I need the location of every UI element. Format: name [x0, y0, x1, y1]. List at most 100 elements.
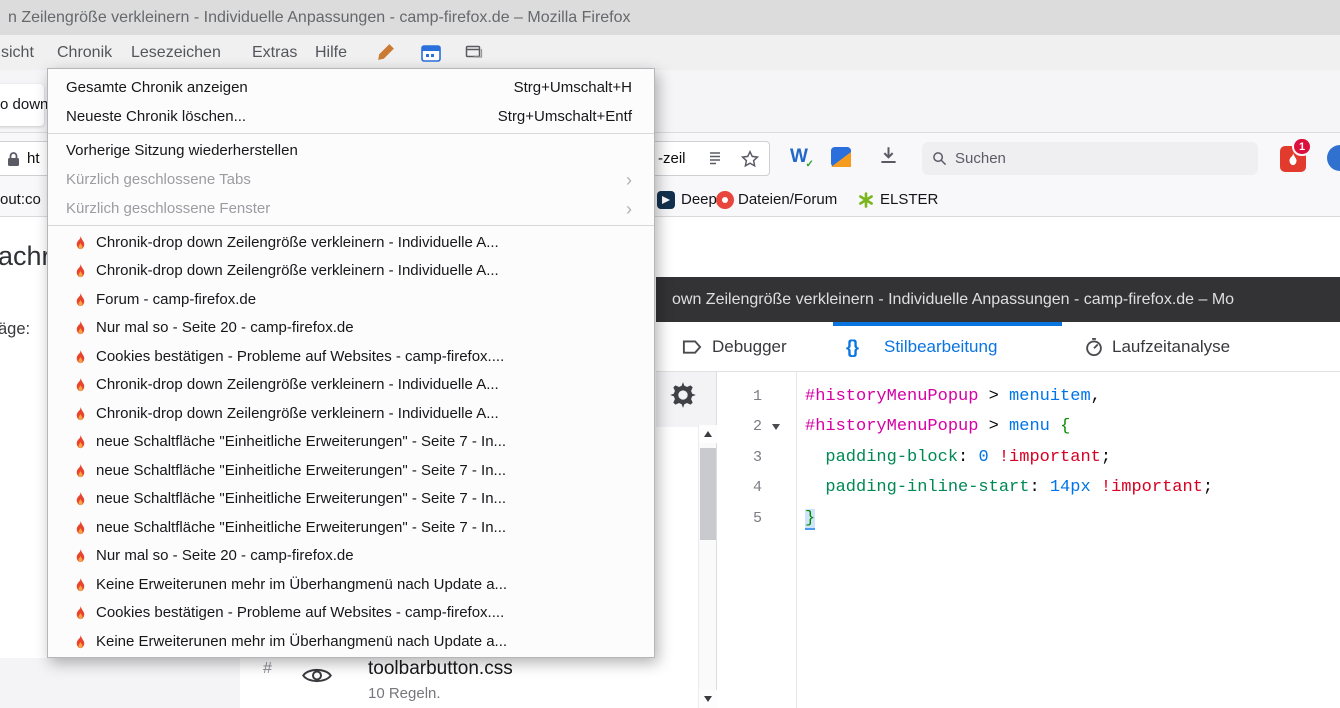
camp-firefox-favicon — [73, 349, 88, 364]
history-menu-item[interactable]: Nur mal so - Seite 20 - camp-firefox.de — [48, 314, 654, 343]
history-menu-item[interactable]: neue Schaltfläche "Einheitliche Erweiter… — [48, 513, 654, 542]
extension-icon-1[interactable]: W✓ — [790, 146, 808, 167]
history-item-label: Keine Erweiterunen mehr im Überhangmenü … — [96, 633, 507, 650]
tab-stilbearbeitung[interactable]: Stilbearbeitung — [884, 322, 997, 372]
bookmark-item-elster[interactable]: ELSTER — [880, 183, 938, 216]
history-item-label: Nur mal so - Seite 20 - camp-firefox.de — [96, 319, 354, 336]
devtools-bottom-panel — [0, 658, 240, 708]
tab-debugger[interactable]: Debugger — [712, 322, 787, 372]
bookmark-item-partial[interactable]: out:co — [0, 183, 41, 216]
stopwatch-icon — [1084, 337, 1104, 357]
history-item-label: Cookies bestätigen - Probleme auf Websit… — [96, 348, 504, 365]
camp-firefox-favicon — [73, 434, 88, 449]
menubar-item-extras[interactable]: Extras — [252, 35, 297, 70]
camp-firefox-favicon — [73, 263, 88, 278]
tab-title-partial: o down — [0, 84, 48, 126]
history-menu-item[interactable]: neue Schaltfläche "Einheitliche Erweiter… — [48, 456, 654, 485]
deepl-favicon — [657, 191, 675, 209]
history-item-label: neue Schaltfläche "Einheitliche Erweiter… — [96, 490, 506, 507]
history-menu-item[interactable]: Chronik-drop down Zeilengröße verkleiner… — [48, 257, 654, 286]
sidebar-scrollbar[interactable] — [698, 425, 716, 708]
url-text-end: -zeil — [658, 142, 686, 175]
menubar-item-hilfe[interactable]: Hilfe — [315, 35, 347, 70]
devtools-titlebar: own Zeilengröße verkleinern - Individuel… — [656, 277, 1340, 322]
camp-firefox-favicon — [73, 577, 88, 592]
style-editor[interactable]: 1#historyMenuPopup > menuitem,2#historyM… — [717, 372, 1340, 708]
history-menu-item[interactable]: Forum - camp-firefox.de — [48, 285, 654, 314]
reader-mode-icon[interactable] — [707, 151, 723, 167]
menu-item-shortcut: Strg+Umschalt+Entf — [498, 108, 632, 125]
camp-firefox-favicon — [73, 548, 88, 563]
search-field[interactable] — [922, 142, 1258, 175]
history-menu-item[interactable]: Keine Erweiterunen mehr im Überhangmenü … — [48, 570, 654, 599]
page-heading-partial: achr — [0, 241, 51, 272]
history-item-label: Nur mal so - Seite 20 - camp-firefox.de — [96, 547, 354, 564]
browser-tab[interactable]: o down — [0, 84, 44, 126]
stylesheet-name: toolbarbutton.css — [368, 658, 513, 680]
menu-item-show-all-history[interactable]: Gesamte Chronik anzeigen Strg+Umschalt+H — [48, 73, 654, 102]
history-item-label: Chronik-drop down Zeilengröße verkleiner… — [96, 405, 499, 422]
camp-firefox-favicon — [73, 235, 88, 250]
scrollbar-thumb[interactable] — [700, 448, 716, 540]
firefox-window: n Zeilengröße verkleinern - Individuelle… — [0, 0, 1340, 708]
menu-item-restore-session[interactable]: Vorherige Sitzung wiederherstellen — [48, 136, 654, 165]
devtools-tab-bar: Debugger {} Stilbearbeitung Laufzeitanal… — [656, 322, 1340, 372]
menu-item-clear-recent-history[interactable]: Neueste Chronik löschen... Strg+Umschalt… — [48, 102, 654, 131]
history-menu-item[interactable]: neue Schaltfläche "Einheitliche Erweiter… — [48, 428, 654, 457]
camp-firefox-favicon — [73, 520, 88, 535]
notification-badge: 1 — [1292, 137, 1312, 156]
devtools-main: 1#historyMenuPopup > menuitem,2#historyM… — [656, 372, 1340, 708]
bookmark-item-dateien-forum[interactable]: Dateien/Forum — [738, 183, 837, 216]
extension-icon-3[interactable] — [1327, 145, 1340, 171]
camp-firefox-favicon — [73, 491, 88, 506]
history-menu-item[interactable]: Nur mal so - Seite 20 - camp-firefox.de — [48, 542, 654, 571]
menu-item-recently-closed-tabs[interactable]: Kürzlich geschlossene Tabs › — [48, 165, 654, 194]
scroll-down-button[interactable] — [699, 690, 717, 708]
search-input[interactable] — [955, 150, 1215, 167]
devtools-title: own Zeilengröße verkleinern - Individuel… — [672, 277, 1332, 322]
window-icon[interactable] — [465, 44, 483, 60]
camp-firefox-favicon — [73, 605, 88, 620]
url-text-start: ht — [27, 142, 40, 175]
devtools-window: own Zeilengröße verkleinern - Individuel… — [656, 277, 1340, 708]
stylesheet-rule-count: 10 Regeln. — [368, 685, 441, 702]
download-icon[interactable] — [879, 146, 898, 165]
menu-item-shortcut: Strg+Umschalt+H — [514, 79, 632, 96]
search-icon — [932, 151, 947, 166]
menu-item-label: Vorherige Sitzung wiederherstellen — [66, 142, 298, 159]
history-item-label: Forum - camp-firefox.de — [96, 291, 256, 308]
history-item-label: neue Schaltfläche "Einheitliche Erweiter… — [96, 462, 506, 479]
bookmark-star-icon[interactable] — [741, 150, 759, 168]
history-item-label: Chronik-drop down Zeilengröße verkleiner… — [96, 262, 499, 279]
history-menu-item[interactable]: Cookies bestätigen - Probleme auf Websit… — [48, 342, 654, 371]
window-title: n Zeilengröße verkleinern - Individuelle… — [8, 0, 631, 35]
scroll-up-button[interactable] — [699, 425, 717, 443]
check-icon: ✓ — [806, 159, 814, 170]
stylesheet-list-item[interactable]: # toolbarbutton.css 10 Regeln. — [240, 658, 697, 708]
history-item-label: neue Schaltfläche "Einheitliche Erweiter… — [96, 519, 506, 536]
menu-item-recently-closed-windows[interactable]: Kürzlich geschlossene Fenster › — [48, 194, 654, 223]
camp-firefox-favicon — [73, 320, 88, 335]
extension-icon-2[interactable] — [831, 147, 851, 167]
pen-icon[interactable] — [377, 43, 395, 61]
history-menu-item[interactable]: neue Schaltfläche "Einheitliche Erweiter… — [48, 485, 654, 514]
gear-icon[interactable] — [669, 381, 697, 409]
eye-icon[interactable] — [302, 665, 332, 686]
history-item-label: Keine Erweiterunen mehr im Überhangmenü … — [96, 576, 507, 593]
history-menu-item[interactable]: Chronik-drop down Zeilengröße verkleiner… — [48, 371, 654, 400]
calendar-icon[interactable] — [421, 44, 441, 62]
history-menu-item[interactable]: Chronik-drop down Zeilengröße verkleiner… — [48, 399, 654, 428]
menubar-item-chronik[interactable]: Chronik — [57, 35, 112, 70]
menubar-item-lesezeichen[interactable]: Lesezeichen — [131, 35, 221, 70]
history-menu-item[interactable]: Chronik-drop down Zeilengröße verkleiner… — [48, 228, 654, 257]
history-menu-items: Chronik-drop down Zeilengröße verkleiner… — [48, 228, 654, 656]
menubar-item-ansicht[interactable]: sicht — [1, 35, 34, 70]
history-item-label: Cookies bestätigen - Probleme auf Websit… — [96, 604, 504, 621]
camp-firefox-favicon — [73, 406, 88, 421]
tab-laufzeitanalyse[interactable]: Laufzeitanalyse — [1112, 322, 1230, 372]
camp-firefox-favicon — [73, 634, 88, 649]
history-item-label: Chronik-drop down Zeilengröße verkleiner… — [96, 376, 499, 393]
debugger-icon — [682, 337, 702, 357]
history-menu-item[interactable]: Keine Erweiterunen mehr im Überhangmenü … — [48, 627, 654, 656]
history-menu-item[interactable]: Cookies bestätigen - Probleme auf Websit… — [48, 599, 654, 628]
